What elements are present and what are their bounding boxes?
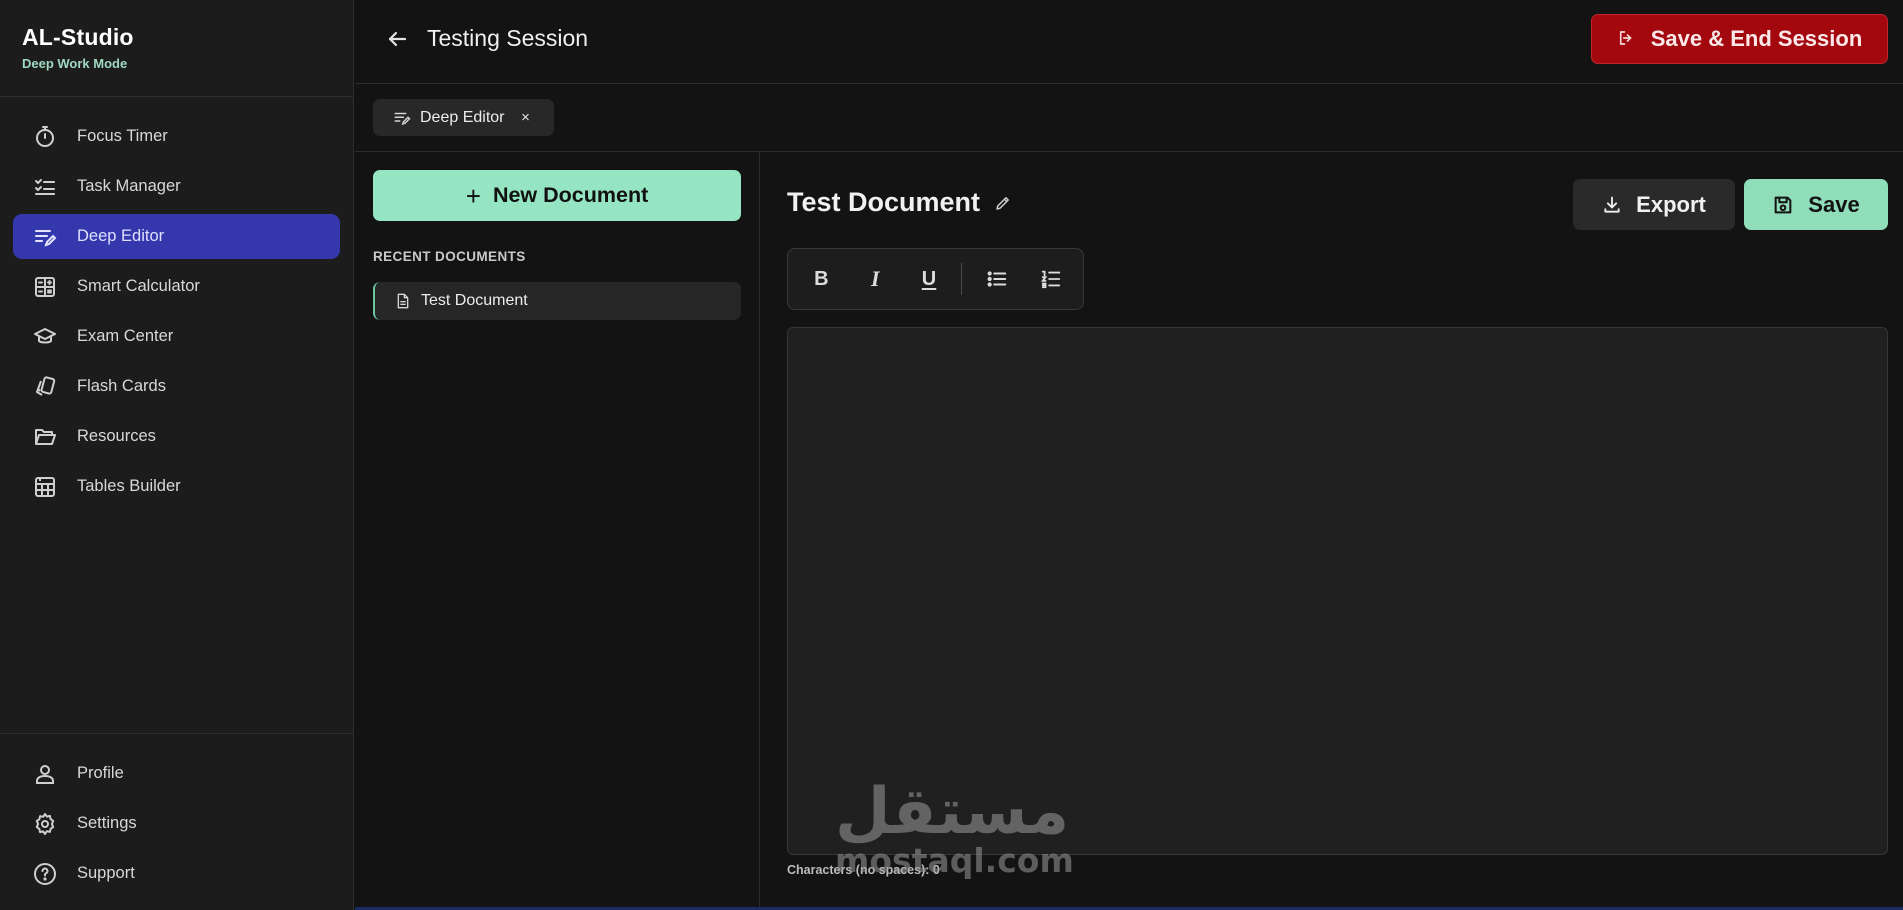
sidebar-item-label: Focus Timer [77,127,168,145]
numbered-list-button[interactable] [1029,259,1072,299]
file-icon [395,292,411,310]
new-document-button[interactable]: + New Document [373,170,741,221]
graduation-cap-icon [32,324,58,350]
sidebar-item-task-manager[interactable]: Task Manager [13,164,340,209]
pencil-icon[interactable] [994,194,1012,212]
folder-open-icon [32,424,58,450]
sidebar-item-label: Support [77,864,135,882]
editor-area: Test Document Export Save B I U Characte… [761,152,1903,910]
sidebar-item-label: Smart Calculator [77,277,200,295]
sidebar-item-focus-timer[interactable]: Focus Timer [13,114,340,159]
tab-bar: Deep Editor × [355,85,1903,152]
sidebar-item-tables-builder[interactable]: Tables Builder [13,464,340,509]
help-circle-icon [32,861,58,887]
main-nav: Focus Timer Task Manager Deep Editor Sma… [0,97,353,509]
calculator-icon [32,274,58,300]
sidebar-item-settings[interactable]: Settings [13,801,340,846]
character-count: Characters (no spaces): 0 [787,863,940,877]
recent-document-label: Test Document [421,292,528,309]
toolbar-divider [961,263,963,295]
session-title: Testing Session [427,25,589,51]
underline-button[interactable]: U [908,259,951,299]
sidebar-item-label: Exam Center [77,327,174,345]
gear-icon [32,811,58,837]
edit-lines-icon [32,224,58,250]
sidebar-item-label: Profile [77,764,124,782]
checklist-icon [32,174,58,200]
list-item[interactable]: Test Document [373,282,741,320]
cards-icon [32,374,58,400]
bottom-nav: Profile Settings Support [0,733,353,910]
sidebar-item-deep-editor[interactable]: Deep Editor [13,214,340,259]
sidebar-item-flash-cards[interactable]: Flash Cards [13,364,340,409]
sidebar-item-profile[interactable]: Profile [13,751,340,796]
numbered-list-icon [1040,270,1060,289]
brand: AL-Studio Deep Work Mode [0,0,353,97]
new-document-label: New Document [492,183,649,207]
sidebar-item-smart-calculator[interactable]: Smart Calculator [13,264,340,309]
plus-icon: + [465,180,481,211]
document-title: Test Document [787,187,981,217]
documents-panel: + New Document RECENT DOCUMENTS Test Doc… [355,152,760,910]
edit-lines-icon [393,109,411,127]
sidebar-item-exam-center[interactable]: Exam Center [13,314,340,359]
export-button[interactable]: Export [1573,179,1735,230]
bold-button[interactable]: B [800,259,843,299]
table-icon [32,474,58,500]
sidebar-item-support[interactable]: Support [13,851,340,896]
sidebar-item-label: Resources [77,427,156,445]
save-end-session-label: Save & End Session [1650,26,1863,51]
sidebar-item-resources[interactable]: Resources [13,414,340,459]
bullet-list-button[interactable] [975,259,1018,299]
session-header: Testing Session Save & End Session [355,0,1903,84]
sidebar: AL-Studio Deep Work Mode Focus Timer Tas… [0,0,354,910]
bullet-list-icon [987,271,1007,287]
tab-deep-editor[interactable]: Deep Editor × [373,99,554,136]
arrow-left-icon [388,31,407,47]
export-label: Export [1636,191,1706,217]
logout-icon [1617,29,1637,49]
save-button[interactable]: Save [1744,179,1888,230]
italic-button[interactable]: I [854,259,897,299]
sidebar-item-label: Tables Builder [77,477,181,495]
format-toolbar: B I U [787,248,1084,310]
user-icon [32,761,58,787]
document-body-editor[interactable] [787,327,1888,855]
sidebar-item-label: Settings [77,814,137,832]
recent-documents-heading: RECENT DOCUMENTS [373,249,526,264]
tab-label: Deep Editor [420,108,505,126]
app-title: AL-Studio [22,24,134,50]
sidebar-item-label: Flash Cards [77,377,166,395]
back-button[interactable] [383,26,411,52]
close-icon[interactable]: × [518,109,534,126]
save-label: Save [1808,191,1860,217]
floppy-disk-icon [1772,194,1794,216]
sidebar-item-label: Task Manager [77,177,181,195]
save-end-session-button[interactable]: Save & End Session [1591,14,1888,64]
download-icon [1602,195,1622,215]
app-subtitle: Deep Work Mode [22,56,128,71]
sidebar-item-label: Deep Editor [77,227,165,245]
stopwatch-icon [32,124,58,150]
